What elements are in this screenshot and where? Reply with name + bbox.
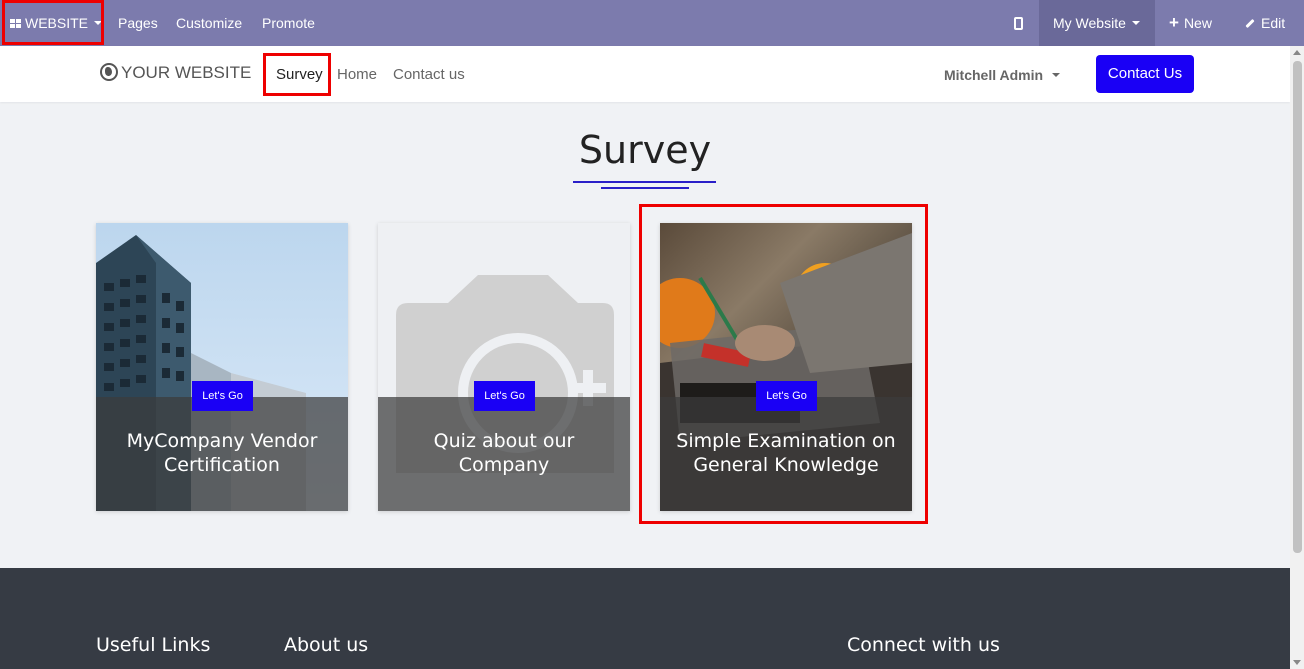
scroll-up-arrow-icon[interactable] (1293, 50, 1301, 55)
edit-button[interactable]: Edit (1245, 0, 1285, 46)
footer-heading-connect: Connect with us (847, 634, 1000, 656)
plus-icon: + (1169, 13, 1179, 32)
user-name: Mitchell Admin (944, 67, 1044, 83)
caret-down-icon (94, 21, 103, 25)
survey-card-vendor-certification[interactable]: Let's Go MyCompany Vendor Certification (96, 223, 348, 511)
site-header: YOUR WEBSITE Survey Home Contact us Mitc… (0, 46, 1290, 102)
edit-label: Edit (1261, 15, 1286, 31)
logo-text: YOUR WEBSITE (121, 63, 252, 82)
new-button[interactable]: + New (1169, 0, 1212, 46)
contact-us-button[interactable]: Contact Us (1096, 55, 1194, 93)
scroll-thumb[interactable] (1293, 61, 1302, 553)
page-title: Survey (578, 128, 712, 172)
lets-go-button[interactable]: Let's Go (756, 381, 817, 411)
my-website-switcher[interactable]: My Website (1039, 0, 1155, 46)
lets-go-button[interactable]: Let's Go (192, 381, 253, 411)
nav-survey[interactable]: Survey (276, 66, 323, 83)
card-title: Simple Examination on General Knowledge (676, 430, 896, 476)
card-title: MyCompany Vendor Certification (126, 430, 318, 476)
site-logo[interactable]: YOUR WEBSITE (100, 63, 251, 83)
site-footer: Useful Links About us Connect with us (0, 568, 1290, 669)
globe-icon (100, 63, 118, 81)
pages-menu[interactable]: Pages (118, 0, 158, 46)
card-title: Quiz about our Company (433, 430, 575, 476)
new-label: New (1183, 15, 1212, 31)
caret-down-icon (1052, 73, 1061, 77)
nav-home[interactable]: Home (337, 66, 377, 83)
footer-heading-about-us: About us (284, 634, 369, 656)
caret-down-icon (1131, 21, 1140, 25)
survey-card-company-quiz[interactable]: Let's Go Quiz about our Company (378, 223, 630, 511)
apps-grid-icon (10, 19, 22, 29)
nav-contact-us[interactable]: Contact us (393, 66, 465, 83)
mobile-preview-button[interactable] (1014, 0, 1026, 46)
title-underline (573, 181, 716, 183)
scroll-down-arrow-icon[interactable] (1293, 660, 1301, 665)
lets-go-button[interactable]: Let's Go (474, 381, 535, 411)
website-menu[interactable]: WEBSITE (4, 0, 108, 46)
website-menu-label: WEBSITE (25, 15, 89, 31)
admin-bar: WEBSITE Pages Customize Promote My Websi… (0, 0, 1304, 46)
title-underline-short (601, 187, 689, 189)
user-menu[interactable]: Mitchell Admin (944, 67, 1061, 83)
mobile-phone-icon (1014, 17, 1023, 30)
survey-card-general-knowledge[interactable]: Let's Go Simple Examination on General K… (660, 223, 912, 511)
footer-heading-useful-links: Useful Links (96, 634, 211, 656)
customize-menu[interactable]: Customize (176, 0, 242, 46)
page-scrollbar[interactable] (1290, 46, 1304, 669)
pencil-icon (1245, 18, 1255, 29)
my-website-label: My Website (1053, 15, 1126, 31)
promote-menu[interactable]: Promote (262, 0, 315, 46)
